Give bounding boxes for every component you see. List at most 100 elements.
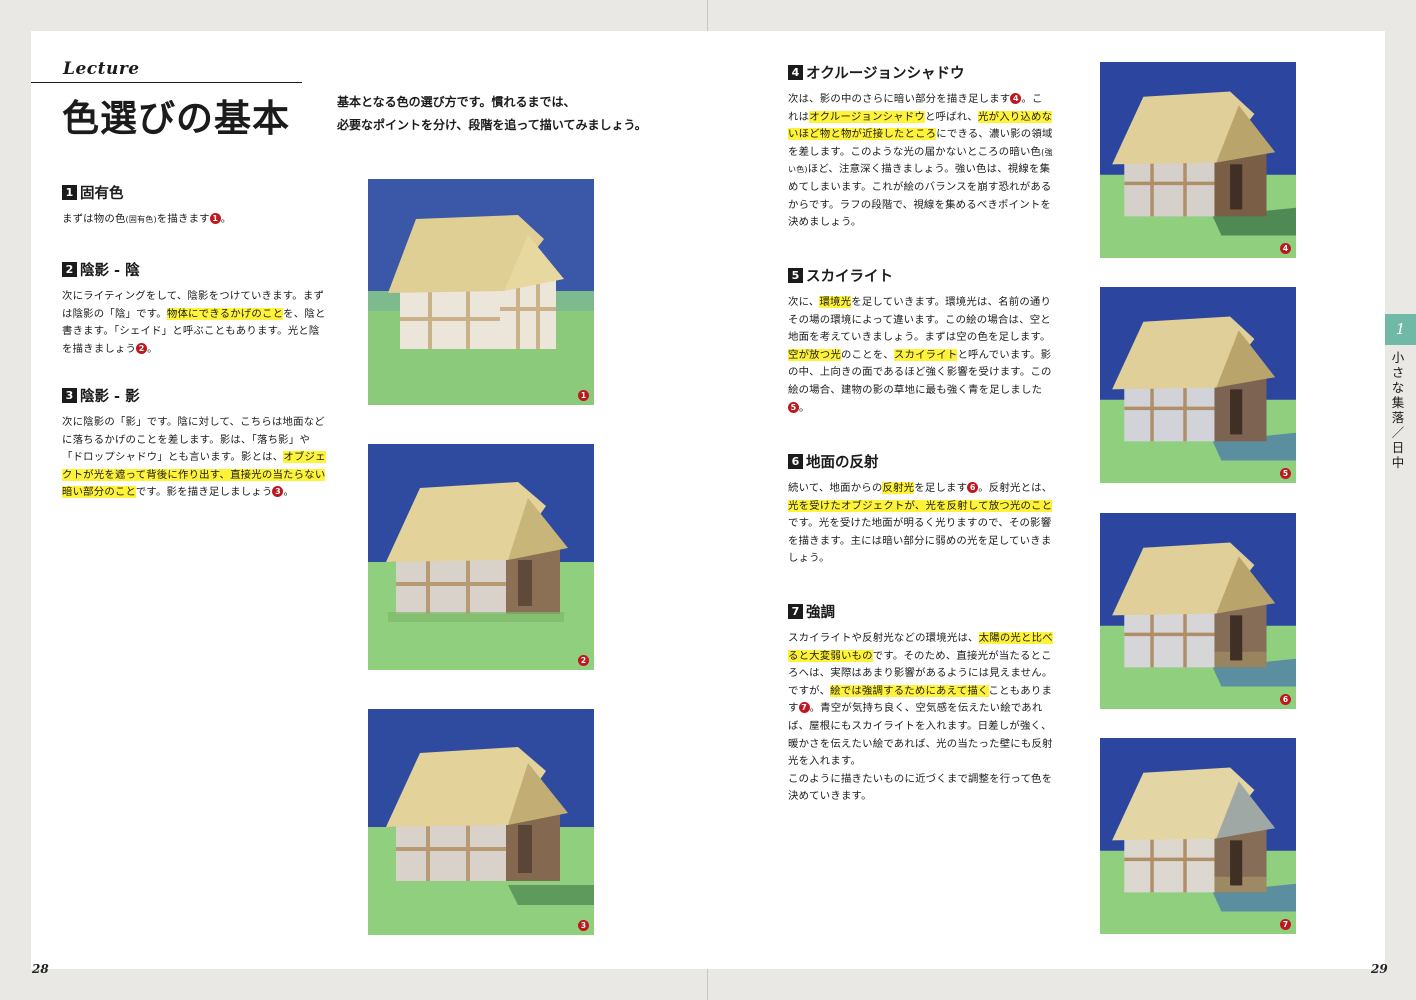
house-illustration-3: 3 bbox=[368, 709, 594, 935]
figure-marker: 7 bbox=[1280, 919, 1291, 930]
chapter-tab: 1 bbox=[1385, 314, 1416, 345]
section-5-heading: 5 スカイライト bbox=[788, 265, 1053, 286]
section-title: スカイライト bbox=[806, 269, 893, 285]
highlighted-text: 空が放つ光 bbox=[788, 348, 841, 361]
highlighted-text: 物体にできるかげのこと bbox=[166, 307, 284, 320]
section-3-heading: 3 陰影 - 影 bbox=[62, 385, 327, 406]
section-3: 3 陰影 - 影 次に陰影の「影」です。陰に対して、こちらは地面などに落ちるかげの… bbox=[62, 385, 327, 502]
right-page: 4 オクルージョンシャドウ 次は、影の中のさらに暗い部分を描き足します 4 。これはオ… bbox=[708, 31, 1385, 969]
section-4-heading: 4 オクルージョンシャドウ bbox=[788, 62, 1053, 83]
page-number-right: 29 bbox=[1371, 962, 1388, 976]
house-painting bbox=[1100, 62, 1296, 258]
house-illustration-1: 1 bbox=[368, 179, 594, 405]
house-painting bbox=[1100, 513, 1296, 709]
body-text: 。 bbox=[799, 401, 810, 414]
house-illustration-6: 6 bbox=[1100, 513, 1296, 709]
figure-marker: 5 bbox=[788, 401, 799, 413]
intro-text: 基本となる色の選び方です。慣れるまでは、 必要なポイントを分け、段階を追って描い… bbox=[337, 91, 667, 137]
section-title: 陰影 - 陰 bbox=[80, 263, 140, 279]
figure-marker: 6 bbox=[1280, 694, 1291, 705]
lecture-label: Lecture bbox=[63, 59, 140, 79]
body-text: ほど、注意深く描きましょう。強い色は、視線を集めてしまいます。これが絵のバランス… bbox=[788, 163, 1052, 229]
figure-marker: 7 bbox=[798, 702, 810, 714]
figure-marker: 3 bbox=[272, 486, 284, 498]
section-5: 5 スカイライト 次に、環境光を足していきます。環境光は、名前の通りその場の環境に… bbox=[788, 265, 1053, 417]
section-title: 地面の反射 bbox=[806, 455, 879, 471]
figure-marker: 5 bbox=[1280, 468, 1291, 479]
body-text: スカイライトや反射光などの環境光は、 bbox=[788, 632, 979, 644]
section-number: 5 bbox=[788, 268, 803, 283]
highlighted-text: 反射光 bbox=[882, 482, 915, 494]
figure-marker: 4 bbox=[1010, 93, 1022, 104]
intro-line-2: 必要なポイントを分け、段階を追って描いてみましょう。 bbox=[337, 118, 647, 132]
house-painting bbox=[368, 709, 594, 935]
highlighted-text: オクルージョンシャドウ bbox=[809, 110, 925, 123]
house-painting bbox=[368, 444, 594, 670]
figure-marker: 2 bbox=[578, 655, 589, 666]
highlighted-text: 光を受けたオブジェクトが、光を反射して放つ光のこと bbox=[788, 499, 1052, 512]
body-text: のことを、 bbox=[840, 348, 894, 361]
house-painting bbox=[1100, 287, 1296, 483]
left-page: Lecture 色選びの基本 基本となる色の選び方です。慣れるまでは、 必要なポ… bbox=[31, 31, 708, 969]
highlighted-text: 環境光 bbox=[819, 296, 852, 308]
section-7: 7 強調 スカイライトや反射光などの環境光は、太陽の光と比べると大変弱いものです。… bbox=[788, 601, 1053, 806]
section-2-heading: 2 陰影 - 陰 bbox=[62, 259, 327, 280]
body-text: 次に、 bbox=[788, 296, 820, 308]
section-title: オクルージョンシャドウ bbox=[806, 66, 965, 82]
page-title: 色選びの基本 bbox=[62, 97, 290, 140]
chapter-label: 小さな集落／日中 bbox=[1391, 350, 1405, 470]
section-number: 4 bbox=[788, 65, 803, 80]
intro-line-1: 基本となる色の選び方です。慣れるまでは、 bbox=[337, 95, 576, 109]
section-2-body: 次にライティングをして、陰影をつけていきます。まずは陰影の「陰」です。物体にでき… bbox=[62, 290, 326, 355]
section-4: 4 オクルージョンシャドウ 次は、影の中のさらに暗い部分を描き足します 4 。これはオ… bbox=[788, 62, 1053, 232]
body-text: 次は、影の中のさらに暗い部分を描き足します bbox=[788, 93, 1011, 105]
section-number: 1 bbox=[62, 185, 77, 200]
figure-marker: 6 bbox=[967, 482, 979, 493]
body-text: 。青空が気持ち良く、空気感を伝えたい絵であれば、屋根にもスカイライトを入れます。… bbox=[788, 702, 1053, 768]
house-painting bbox=[1100, 738, 1296, 934]
section-title: 固有色 bbox=[80, 186, 124, 202]
section-title: 陰影 - 影 bbox=[80, 389, 140, 405]
house-illustration-7: 7 bbox=[1100, 738, 1296, 934]
section-3-body: 次に陰影の「影」です。陰に対して、こちらは地面などに落ちるかげのことを差します。… bbox=[62, 416, 326, 499]
section-4-body: 次は、影の中のさらに暗い部分を描き足します 4 。これはオクルージョンシャドウと呼ば… bbox=[788, 91, 1053, 232]
body-text: を描きます bbox=[156, 213, 210, 225]
body-text: 続いて、地面からの bbox=[788, 482, 883, 494]
section-7-heading: 7 強調 bbox=[788, 601, 1053, 622]
body-text: です。影を描き足しましょう bbox=[135, 486, 273, 499]
body-text: 。反射光とは、 bbox=[978, 482, 1053, 494]
house-painting bbox=[368, 179, 594, 405]
body-text: ですが、 bbox=[788, 684, 831, 697]
section-title: 強調 bbox=[806, 605, 835, 621]
house-illustration-2: 2 bbox=[368, 444, 594, 670]
body-text: このように描きたいものに近づくまで調整を行って色を決めていきます。 bbox=[788, 772, 1053, 803]
section-1-heading: 1 固有色 bbox=[62, 182, 327, 203]
house-illustration-5: 5 bbox=[1100, 287, 1296, 483]
section-number: 3 bbox=[62, 388, 77, 403]
figure-marker: 1 bbox=[209, 213, 221, 224]
body-text: まずは物の色 bbox=[62, 213, 126, 225]
section-number: 7 bbox=[788, 604, 803, 619]
section-6-body: 続いて、地面からの反射光を足します 6 。反射光とは、光を受けたオブジェクトが、光を… bbox=[788, 480, 1053, 568]
figure-marker: 4 bbox=[1280, 243, 1291, 254]
highlighted-text: 絵では強調するためにあえて描く bbox=[830, 684, 989, 697]
house-illustration-4: 4 bbox=[1100, 62, 1296, 258]
page-number-left: 28 bbox=[32, 962, 49, 976]
section-number: 2 bbox=[62, 262, 77, 277]
section-5-body: 次に、環境光を足していきます。環境光は、名前の通りその場の環境によって違います。… bbox=[788, 294, 1053, 417]
highlighted-text: スカイライト bbox=[893, 348, 958, 361]
section-6: 6 地面の反射 続いて、地面からの反射光を足します 6 。反射光とは、光を受けたオブジ… bbox=[788, 451, 1053, 568]
body-note: (固有色) bbox=[125, 215, 157, 224]
section-1: 1 固有色 まずは物の色(固有色)を描きます 1。 bbox=[62, 182, 327, 229]
body-text: と呼ばれ、 bbox=[924, 110, 979, 123]
section-6-heading: 6 地面の反射 bbox=[788, 451, 1053, 472]
section-number: 6 bbox=[788, 454, 803, 469]
section-7-body: スカイライトや反射光などの環境光は、太陽の光と比べると大変弱いものです。そのため… bbox=[788, 630, 1053, 806]
body-text: を足します bbox=[914, 482, 968, 494]
section-2: 2 陰影 - 陰 次にライティングをして、陰影をつけていきます。まずは陰影の「陰」… bbox=[62, 259, 327, 358]
figure-marker: 3 bbox=[578, 920, 589, 931]
figure-marker: 1 bbox=[578, 390, 589, 401]
figure-marker: 2 bbox=[136, 342, 148, 354]
body-text: です。光を受けた地面が明るく光りますので、その影響を描きます。主には暗い部分に弱… bbox=[788, 517, 1052, 565]
section-1-body: まずは物の色(固有色)を描きます 1。 bbox=[62, 213, 232, 225]
